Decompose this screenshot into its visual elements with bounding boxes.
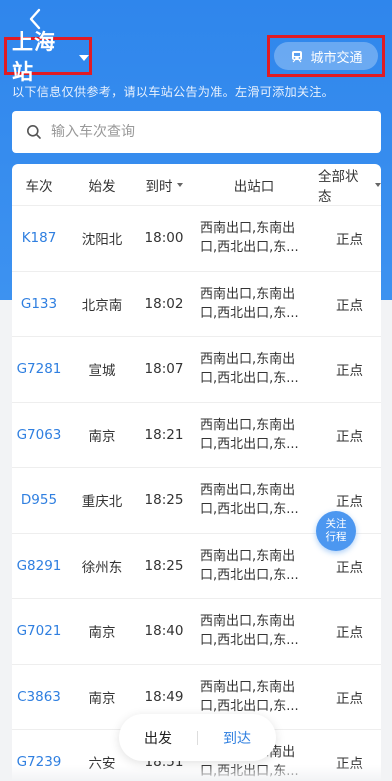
arrival-time: 18:25	[144, 557, 184, 574]
origin-station: 北京南	[81, 297, 123, 314]
status-filter[interactable]: 全部状态	[318, 165, 381, 205]
exit-gates: 西南出口,东南出口,西北出口,东...	[200, 548, 299, 583]
exit-gates: 西南出口,东南出口,西北出口,东...	[200, 352, 299, 387]
train-status: 正点	[336, 690, 363, 707]
station-name: 上海站	[12, 30, 56, 84]
arrival-time: 18:02	[144, 295, 184, 312]
follow-trip-label: 关注行程	[325, 518, 347, 543]
table-row[interactable]: K187 沈阳北 18:00 西南出口,东南出口,西北出口,东... 正点	[12, 206, 381, 272]
bottom-fade	[0, 765, 392, 781]
column-header-exit: 出站口	[233, 178, 275, 195]
train-status: 正点	[336, 297, 363, 314]
arrival-time: 18:25	[144, 492, 184, 509]
train-number[interactable]: K187	[12, 230, 66, 246]
arrival-time: 18:21	[144, 426, 184, 443]
train-status: 正点	[336, 559, 363, 576]
table-row[interactable]: G7021 南京 18:40 西南出口,东南出口,西北出口,东... 正点	[12, 599, 381, 665]
search-icon	[27, 125, 41, 139]
column-header-arrival[interactable]: 到时	[138, 175, 190, 195]
search-input[interactable]	[51, 124, 331, 140]
exit-gates: 西南出口,东南出口,西北出口,东...	[200, 286, 299, 321]
exit-gates: 西南出口,东南出口,西北出口,东...	[200, 221, 299, 256]
train-status: 正点	[336, 363, 363, 380]
depart-arrive-toggle: 出发 到达	[119, 714, 276, 761]
arrival-time: 18:40	[144, 623, 184, 640]
origin-station: 南京	[88, 625, 116, 642]
train-number[interactable]: G133	[12, 296, 66, 312]
train-number[interactable]: D955	[12, 492, 66, 508]
train-number[interactable]: G7021	[12, 623, 66, 639]
train-status: 正点	[336, 494, 363, 511]
table-row[interactable]: G133 北京南 18:02 西南出口,东南出口,西北出口,东... 正点	[12, 272, 381, 337]
caret-down-icon	[79, 55, 89, 61]
train-status: 正点	[336, 625, 363, 642]
search-box[interactable]	[12, 111, 381, 153]
exit-gates: 西南出口,东南出口,西北出口,东...	[200, 679, 299, 714]
arrival-time: 18:49	[144, 688, 184, 705]
origin-station: 南京	[88, 690, 116, 707]
sort-icon	[176, 182, 183, 187]
transit-icon	[292, 51, 303, 63]
arrival-time: 18:00	[144, 230, 184, 247]
depart-tab[interactable]: 出发	[119, 728, 197, 748]
caret-down-icon	[375, 182, 381, 187]
train-status: 正点	[336, 428, 363, 445]
follow-trip-button[interactable]: 关注行程	[316, 511, 356, 551]
train-number[interactable]: C3863	[12, 689, 66, 705]
city-traffic-highlight: 城市交通	[267, 35, 385, 77]
train-table: 车次 始发 到时 出站口 全部状态 K187 沈阳北 18:00 西南出口,东南出口,…	[12, 164, 381, 781]
origin-station: 徐州东	[81, 559, 123, 576]
notice-text: 以下信息仅供参考，请以车站公告为准。左滑可添加关注。	[12, 85, 335, 99]
train-number[interactable]: G7281	[12, 361, 66, 377]
column-header-origin: 始发	[88, 178, 116, 195]
train-status: 正点	[336, 232, 363, 249]
train-number[interactable]: G7063	[12, 427, 66, 443]
station-selector[interactable]: 上海站	[4, 30, 92, 84]
exit-gates: 西南出口,东南出口,西北出口,东...	[200, 483, 299, 518]
column-header-train: 车次	[25, 178, 53, 195]
arrive-tab[interactable]: 到达	[198, 728, 276, 748]
city-traffic-label: 城市交通	[310, 50, 363, 66]
exit-gates: 西南出口,东南出口,西北出口,东...	[200, 417, 299, 452]
arrival-time: 18:07	[144, 361, 184, 378]
origin-station: 南京	[88, 428, 116, 445]
origin-station: 宣城	[88, 363, 116, 380]
table-row[interactable]: G7281 宣城 18:07 西南出口,东南出口,西北出口,东... 正点	[12, 337, 381, 403]
origin-station: 沈阳北	[81, 232, 123, 249]
exit-gates: 西南出口,东南出口,西北出口,东...	[200, 614, 299, 649]
table-row[interactable]: G7063 南京 18:21 西南出口,东南出口,西北出口,东... 正点	[12, 403, 381, 468]
origin-station: 重庆北	[81, 494, 123, 511]
train-number[interactable]: G8291	[12, 558, 66, 574]
city-traffic-button[interactable]: 城市交通	[274, 42, 378, 70]
table-header: 车次 始发 到时 出站口 全部状态	[12, 164, 381, 206]
